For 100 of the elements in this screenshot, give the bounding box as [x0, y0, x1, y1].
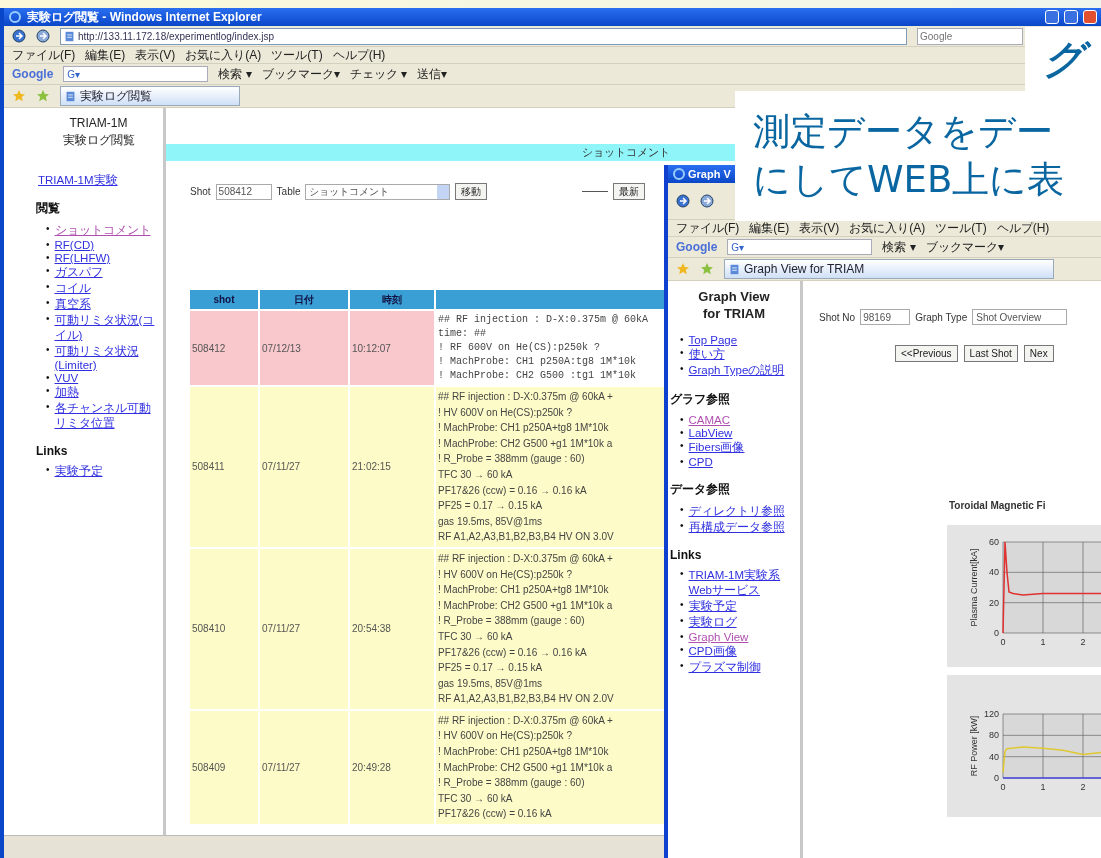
menu-item[interactable]: お気に入り(A) [849, 219, 926, 237]
comment-line: TFC 30 → 60 kA [438, 629, 513, 644]
comment-line: ## RF injection : D-X:0.375m @ 60kA + [438, 390, 613, 404]
menu-item[interactable]: 表示(V) [799, 219, 840, 237]
address-field[interactable]: http://133.11.172.18/experimentlog/index.jsp [60, 27, 907, 45]
bullet: • [46, 313, 50, 324]
window-title: Graph V [688, 168, 732, 180]
comment-line: PF25 = 0.17 → 0.15 kA [438, 499, 543, 514]
sidebar-link[interactable]: TRIAM-1M実験 [38, 173, 159, 188]
menu-item[interactable]: ファイル(F) [12, 46, 76, 64]
back-icon [12, 29, 26, 43]
tick-label: 40 [989, 567, 999, 578]
sidebar-link[interactable]: 可動リミタ状況(コイル) [54, 313, 159, 343]
bullet: • [680, 504, 684, 515]
latest-button[interactable]: 最新 [613, 183, 646, 200]
sidebar-link[interactable]: RF(LHFW) [54, 252, 111, 264]
sidebar-link[interactable]: 使い方 [688, 347, 725, 362]
sidebar-link[interactable]: プラズマ制御 [688, 660, 761, 675]
sidebar-link[interactable]: CPD [688, 456, 713, 468]
sidebar-link[interactable]: ショットコメント [54, 223, 151, 238]
sidebar-link[interactable]: 加熱 [54, 385, 79, 400]
page-heading: ショットコメント [582, 145, 670, 160]
sidebar-link[interactable]: コイル [54, 281, 91, 296]
menu-item[interactable]: ヘルプ(H) [996, 219, 1050, 237]
bullet: • [46, 372, 50, 383]
sidebar-link[interactable]: 実験予定 [688, 599, 737, 614]
toolbar-button[interactable]: 検索 ▾ [882, 238, 916, 256]
shot-field[interactable]: 98169 [860, 309, 911, 325]
comment-line: PF25 = 0.17 → 0.15 kA [438, 661, 543, 676]
sidebar-link[interactable]: Graph View [688, 631, 749, 643]
google-search-field[interactable]: G▾ [63, 66, 209, 82]
go-button[interactable]: 移動 [455, 183, 488, 200]
nav-button[interactable]: <<Previous [895, 345, 958, 362]
bullet: • [46, 385, 50, 396]
section-heading: データ参照 [670, 481, 731, 498]
bullet: • [46, 401, 50, 412]
menu-item[interactable]: お気に入り(A) [185, 46, 262, 64]
table-cell: 508412 [190, 311, 258, 385]
bullet: • [680, 427, 684, 438]
toolbar-button[interactable]: チェック ▾ [349, 65, 408, 83]
sidebar-link[interactable]: 各チャンネル可動リミタ位置 [54, 401, 159, 431]
maximize-button[interactable] [1064, 10, 1078, 24]
toolbar-button[interactable]: 送信▾ [417, 65, 448, 83]
minimize-button[interactable] [1045, 10, 1059, 24]
sidebar-link[interactable]: 可動リミタ状況(Limiter) [54, 344, 159, 371]
sidebar-link[interactable]: 真空系 [54, 297, 91, 312]
forward-icon [700, 194, 714, 208]
sidebar-link[interactable]: RF(CD) [54, 239, 95, 251]
menu-item[interactable]: ファイル(F) [676, 219, 740, 237]
sidebar-link[interactable]: CPD画像 [688, 644, 737, 659]
bullet: • [46, 265, 50, 276]
browser-tab[interactable]: Graph View for TRIAM [724, 259, 1054, 279]
menu-item[interactable]: 編集(E) [85, 46, 126, 64]
table-select[interactable]: ショットコメント [305, 183, 451, 200]
chart-title: Toroidal Magnetic Fi [949, 500, 1046, 511]
bullet: • [46, 344, 50, 355]
table-cell: 21:02:15 [350, 387, 434, 547]
sidebar-link[interactable]: Graph Typeの説明 [688, 363, 785, 378]
menu-item[interactable]: 表示(V) [135, 46, 176, 64]
bullet: • [46, 252, 50, 263]
search-field[interactable]: Google [917, 27, 1023, 45]
forward-icon [36, 29, 50, 43]
tick-label: 60 [989, 537, 999, 547]
star-icon [700, 262, 714, 276]
bullet: • [680, 615, 684, 626]
sidebar-link[interactable]: 再構成データ参照 [688, 520, 785, 535]
sidebar-link[interactable]: Top Page [688, 334, 738, 346]
google-search-field[interactable]: G▾ [727, 239, 873, 255]
comment-line: ! MachProbe: CH2 G500 +g1 1M*10k a [438, 598, 613, 613]
sidebar-link[interactable]: LabView [688, 427, 733, 439]
comment-line: ! MachProbe: CH2 G500 +g1 1M*10k a [438, 436, 613, 451]
menu-item[interactable]: 編集(E) [749, 219, 790, 237]
bullet: • [680, 660, 684, 671]
sidebar-link[interactable]: 実験予定 [54, 464, 103, 479]
nav-button[interactable]: Last Shot [963, 345, 1018, 362]
sidebar-link[interactable]: ディレクトリ参照 [688, 504, 785, 519]
sidebar-link[interactable]: Fibers画像 [688, 440, 745, 455]
toolbar-button[interactable]: ブックマーク▾ [261, 65, 340, 83]
comment-line: RF A1,A2,A3,B1,B2,B3,B4 HV ON 2.0V [438, 692, 614, 707]
close-button[interactable] [1083, 10, 1097, 24]
menu-item[interactable]: ヘルプ(H) [332, 46, 386, 64]
toolbar-button[interactable]: 検索 ▾ [218, 65, 252, 83]
shot-field[interactable]: 508412 [215, 183, 272, 200]
bullet: • [680, 520, 684, 531]
menu-item[interactable]: ツール(T) [935, 219, 987, 237]
nav-button[interactable]: Nex [1023, 345, 1054, 362]
section-heading: グラフ参照 [670, 391, 731, 408]
tick-label: 120 [983, 709, 999, 719]
comment-line: ! HV 600V on He(CS):p250k ? [438, 729, 572, 744]
sidebar-link[interactable]: CAMAC [688, 414, 731, 426]
bullet: • [680, 414, 684, 425]
menu-item[interactable]: ツール(T) [271, 46, 323, 64]
sidebar-link[interactable]: VUV [54, 372, 79, 384]
toolbar-button[interactable]: ブックマーク▾ [925, 238, 1004, 256]
sidebar-link[interactable]: ガスパフ [54, 265, 103, 280]
graph-type-select[interactable]: Shot Overview [972, 309, 1068, 325]
browser-tab[interactable]: 実験ログ閲覧 [60, 86, 240, 106]
sidebar-link[interactable]: TRIAM-1M実験系 Webサービス [688, 568, 796, 598]
sidebar-link[interactable]: 実験ログ [688, 615, 737, 630]
field-label: Graph Type [915, 311, 968, 323]
